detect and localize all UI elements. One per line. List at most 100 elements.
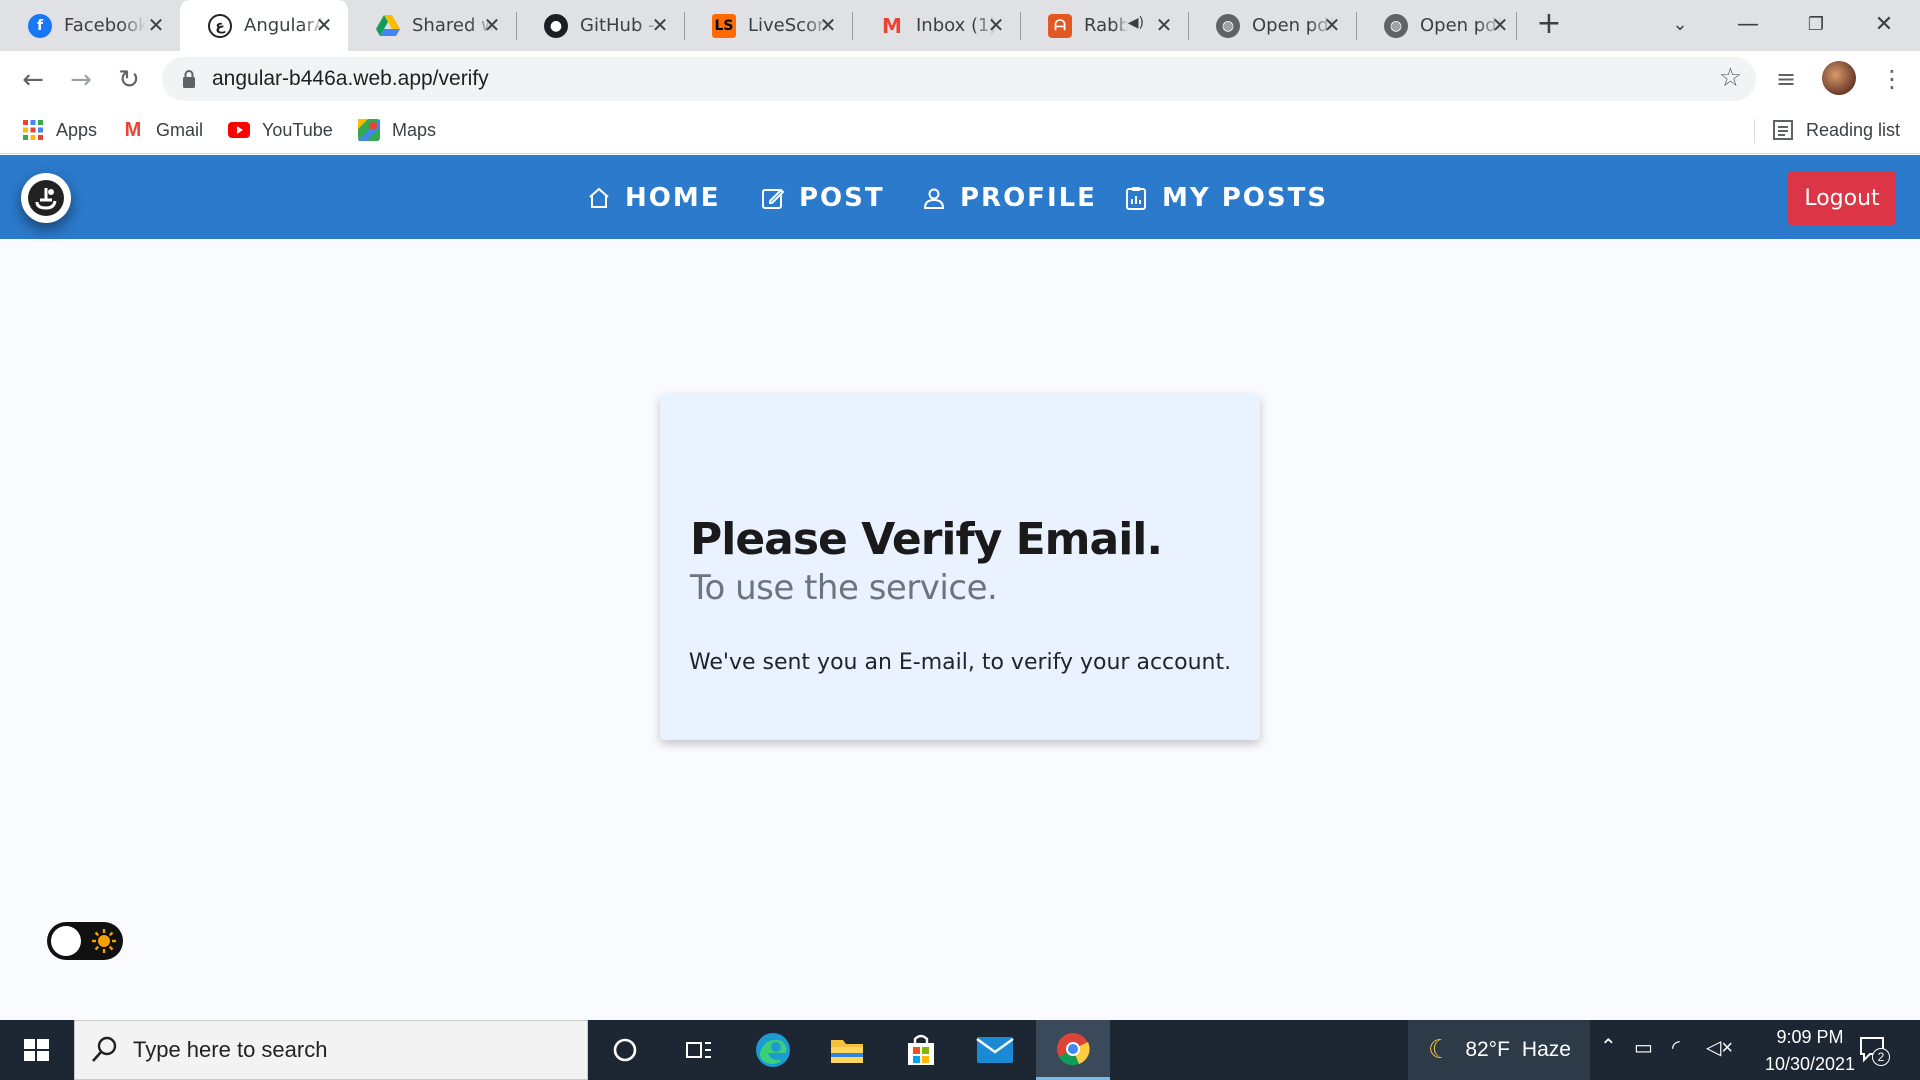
tab-gmail-inbox[interactable]: M Inbox (1) ✕ [852,0,1020,51]
search-placeholder: Type here to search [133,1037,328,1062]
moon-cloud-icon: ☾ [1428,1035,1452,1065]
card-title: Please Verify Email. [690,514,1163,565]
windows-start-icon[interactable] [14,1034,60,1066]
nav-post[interactable]: POST [761,178,885,218]
close-icon[interactable]: ✕ [312,13,336,37]
reading-list-icon [1772,119,1794,141]
nav-my-posts-label: MY POSTS [1162,183,1329,213]
tab-open-pdf-2[interactable]: ◍ Open pdf ✕ [1356,0,1524,51]
reload-icon[interactable]: ↻ [112,63,146,97]
menu-kebab-icon[interactable]: ⋮ [1880,65,1904,93]
close-icon[interactable]: ✕ [984,13,1008,37]
tab-github[interactable]: ● GitHub - ✕ [516,0,684,51]
task-view-icon[interactable] [662,1020,736,1080]
tab-facebook[interactable]: f Facebook ✕ [0,0,180,51]
tab-divider [852,12,853,40]
maps-icon [358,119,380,141]
close-icon[interactable]: ✕ [144,13,168,37]
restore-icon[interactable]: ❐ [1788,6,1844,42]
browser-tab-strip: f Facebook ✕ ع AngularAuth ✕ Shared with… [0,0,1920,51]
address-bar[interactable]: angular-b446a.web.app/verify ☆ [162,57,1756,101]
app-logo[interactable] [21,173,71,223]
bookmarks-divider [1754,119,1755,143]
tab-search-icon[interactable]: ⌄ [1652,6,1708,42]
nav-home-label: HOME [625,183,721,213]
apps-grid-icon [22,119,44,141]
bookmark-label: YouTube [262,119,333,140]
windows-taskbar: Type here to search ☾ 82°F Haze ⌃ ▭ ◜ ◁×… [0,1020,1920,1080]
chevron-up-icon[interactable]: ⌃ [1600,1034,1617,1059]
reading-list-button[interactable]: Reading list [1772,115,1900,145]
nav-home[interactable]: HOME [587,178,721,218]
battery-icon[interactable]: ▭ [1634,1035,1653,1060]
angular-auth-icon: ع [208,13,232,38]
close-icon[interactable]: ✕ [1488,13,1512,37]
close-icon[interactable]: ✕ [1320,13,1344,37]
close-icon[interactable]: ✕ [648,13,672,37]
bookmark-youtube[interactable]: YouTube [228,115,333,145]
search-icon [92,1036,117,1062]
nav-my-posts[interactable]: MY POSTS [1124,178,1328,218]
weather-temp: 82°F [1465,1038,1510,1061]
bookmark-gmail[interactable]: M Gmail [122,115,203,145]
taskbar-search-input[interactable]: Type here to search [74,1020,588,1080]
youtube-icon [228,119,250,141]
globe-icon: ◍ [1384,13,1408,38]
bookmark-maps[interactable]: Maps [358,115,436,145]
speaker-icon[interactable]: ◀) [1128,15,1144,31]
tab-divider [684,12,685,40]
bookmark-star-icon[interactable]: ☆ [1719,63,1742,93]
tab-shared-with-me[interactable]: Shared with me ✕ [348,0,516,51]
close-icon[interactable]: ✕ [1152,13,1176,37]
cortana-icon[interactable] [588,1020,662,1080]
clipboard-icon [1126,187,1146,210]
nav-profile-label: PROFILE [960,183,1097,213]
toggle-knob [51,926,81,956]
tab-title: Rabbit [1084,15,1128,36]
nav-profile[interactable]: PROFILE [922,178,1097,218]
tab-divider [1356,12,1357,40]
livescore-icon: LS [712,13,736,38]
edge-icon[interactable] [736,1020,810,1080]
bookmark-apps[interactable]: Apps [22,115,97,145]
weather-widget[interactable]: ☾ 82°F Haze [1408,1020,1590,1080]
notification-center-icon[interactable]: 2 [1858,1034,1890,1066]
card-message: We've sent you an E-mail, to verify your… [688,650,1232,675]
chrome-icon[interactable] [1036,1020,1110,1080]
tab-divider [1188,12,1189,40]
rabbit-icon: ᗩ [1048,13,1072,38]
mail-icon[interactable] [958,1020,1032,1080]
new-tab-button[interactable]: + [1534,9,1564,40]
media-control-icon[interactable]: ≡ [1776,65,1796,93]
clock-date[interactable]: 10/30/2021 [1752,1054,1868,1075]
minimize-icon[interactable]: — [1720,6,1776,42]
volume-muted-icon[interactable]: ◁× [1706,1035,1733,1060]
tab-divider [1020,12,1021,40]
google-drive-icon [376,14,400,38]
back-icon[interactable]: ← [16,63,50,97]
clock-time[interactable]: 9:09 PM [1752,1027,1868,1048]
notification-badge: 2 [1872,1048,1890,1066]
tab-divider [516,12,517,40]
lock-icon [183,70,195,88]
logo-icon [28,180,64,216]
file-explorer-icon[interactable] [810,1020,884,1080]
bookmark-label: Apps [56,119,98,140]
theme-toggle[interactable] [47,922,123,960]
microsoft-store-icon[interactable] [884,1020,958,1080]
gmail-icon: M [124,118,142,141]
profile-avatar[interactable] [1822,61,1856,95]
wifi-icon[interactable]: ◜ [1672,1035,1680,1060]
forward-icon[interactable]: → [64,63,98,97]
tab-rabbit[interactable]: ᗩ Rabbit ◀) ✕ [1020,0,1188,51]
verify-email-card: Please Verify Email. To use the service.… [660,394,1260,740]
tab-angular-auth[interactable]: ع AngularAuth ✕ [180,0,348,51]
close-icon[interactable]: ✕ [816,13,840,37]
card-subtitle: To use the service. [690,568,998,608]
tab-open-pdf-1[interactable]: ◍ Open pdf ✕ [1188,0,1356,51]
close-icon[interactable]: ✕ [480,13,504,37]
logout-button[interactable]: Logout [1788,171,1896,225]
tab-livescore[interactable]: LS LiveScore ✕ [684,0,852,51]
window-close-icon[interactable]: ✕ [1856,6,1912,42]
browser-toolbar: ← → ↻ angular-b446a.web.app/verify ☆ ≡ ⋮ [0,51,1920,107]
